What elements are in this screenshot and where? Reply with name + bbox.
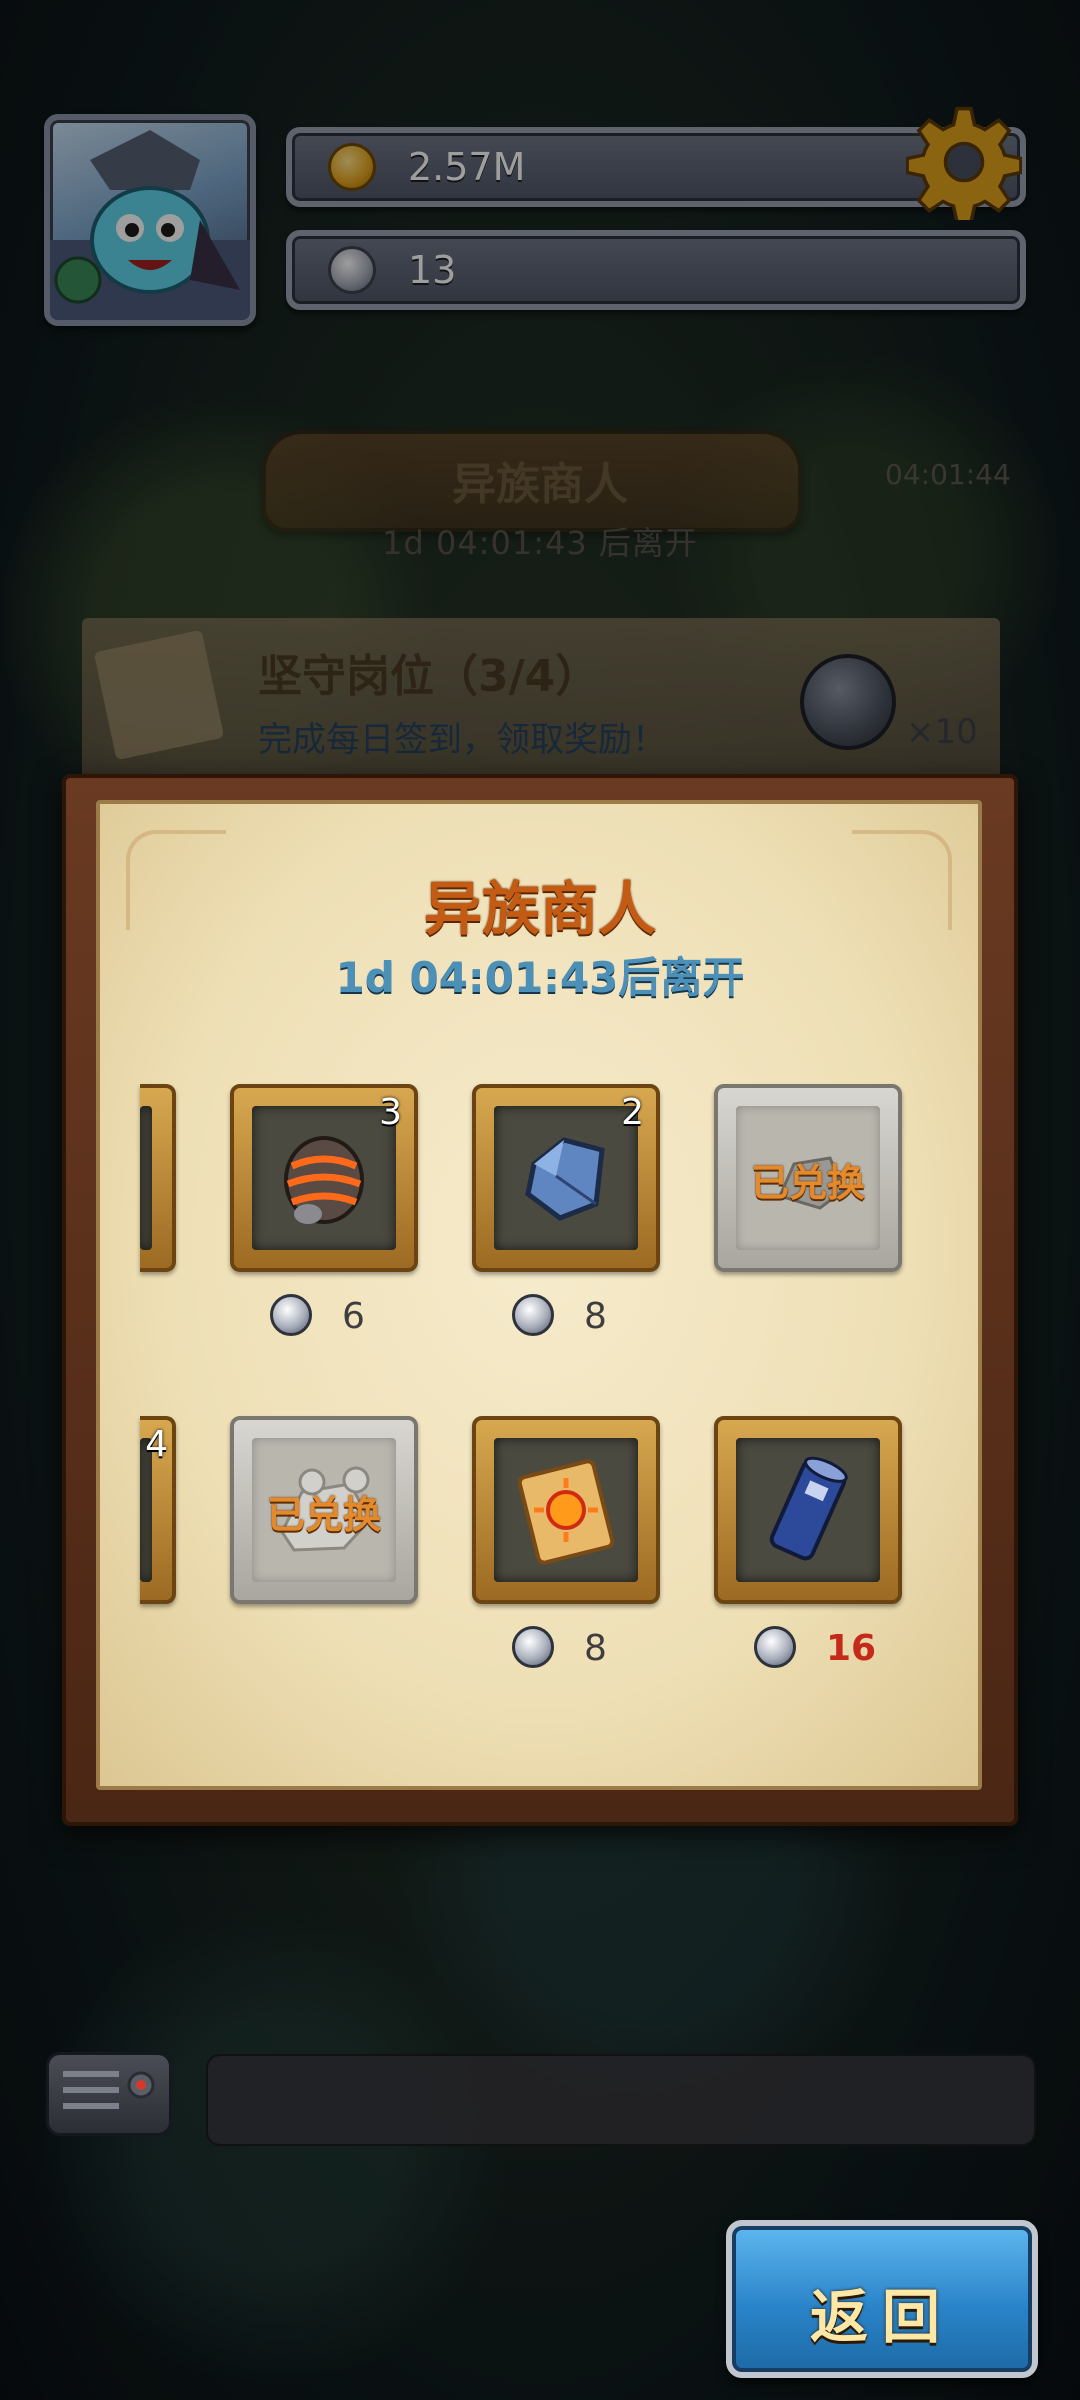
blue-scroll-icon (769, 1456, 848, 1561)
item-quantity: 2 (621, 1092, 644, 1133)
radio-icon (63, 2071, 155, 2109)
shop-item-slot-partial[interactable]: 4 (140, 1416, 176, 1604)
scroll-icon (517, 1459, 615, 1565)
redeemed-label: 已兑换 (750, 1161, 865, 1205)
shop-timer: 1d 04:01:43后离开 (335, 953, 745, 1002)
shop-title: 异族商人 (423, 875, 656, 943)
blue-gem-icon (525, 1137, 605, 1221)
silver-medal-icon (754, 1626, 796, 1668)
shop-item-slot-partial[interactable] (140, 1084, 176, 1272)
shop-item-slot-redeemed: 已兑换 (230, 1416, 418, 1604)
silver-medal-icon (270, 1294, 312, 1336)
price-value: 8 (584, 1628, 607, 1669)
price-value: 16 (826, 1628, 877, 1669)
back-button[interactable]: 返回 (726, 2220, 1038, 2378)
silver-medal-icon (512, 1294, 554, 1336)
drill-bit-icon (284, 1136, 364, 1224)
price-value: 6 (342, 1296, 365, 1337)
shop-item-slot[interactable]: 3 (230, 1084, 418, 1272)
shop-item-slot[interactable]: 2 (472, 1084, 660, 1272)
item-quantity: 3 (379, 1092, 402, 1133)
silver-medal-icon (512, 1626, 554, 1668)
back-button-label: 返回 (809, 2283, 954, 2351)
shop-item-slot[interactable] (472, 1416, 660, 1604)
chat-button[interactable] (46, 2052, 172, 2136)
shop-item-slot-redeemed: 已兑换 (714, 1084, 902, 1272)
shop-item-slot[interactable] (714, 1416, 902, 1604)
item-quantity: 4 (145, 1424, 168, 1465)
price-value: 8 (584, 1296, 607, 1337)
redeemed-label: 已兑换 (266, 1493, 381, 1537)
chat-message-bar[interactable] (206, 2054, 1036, 2146)
